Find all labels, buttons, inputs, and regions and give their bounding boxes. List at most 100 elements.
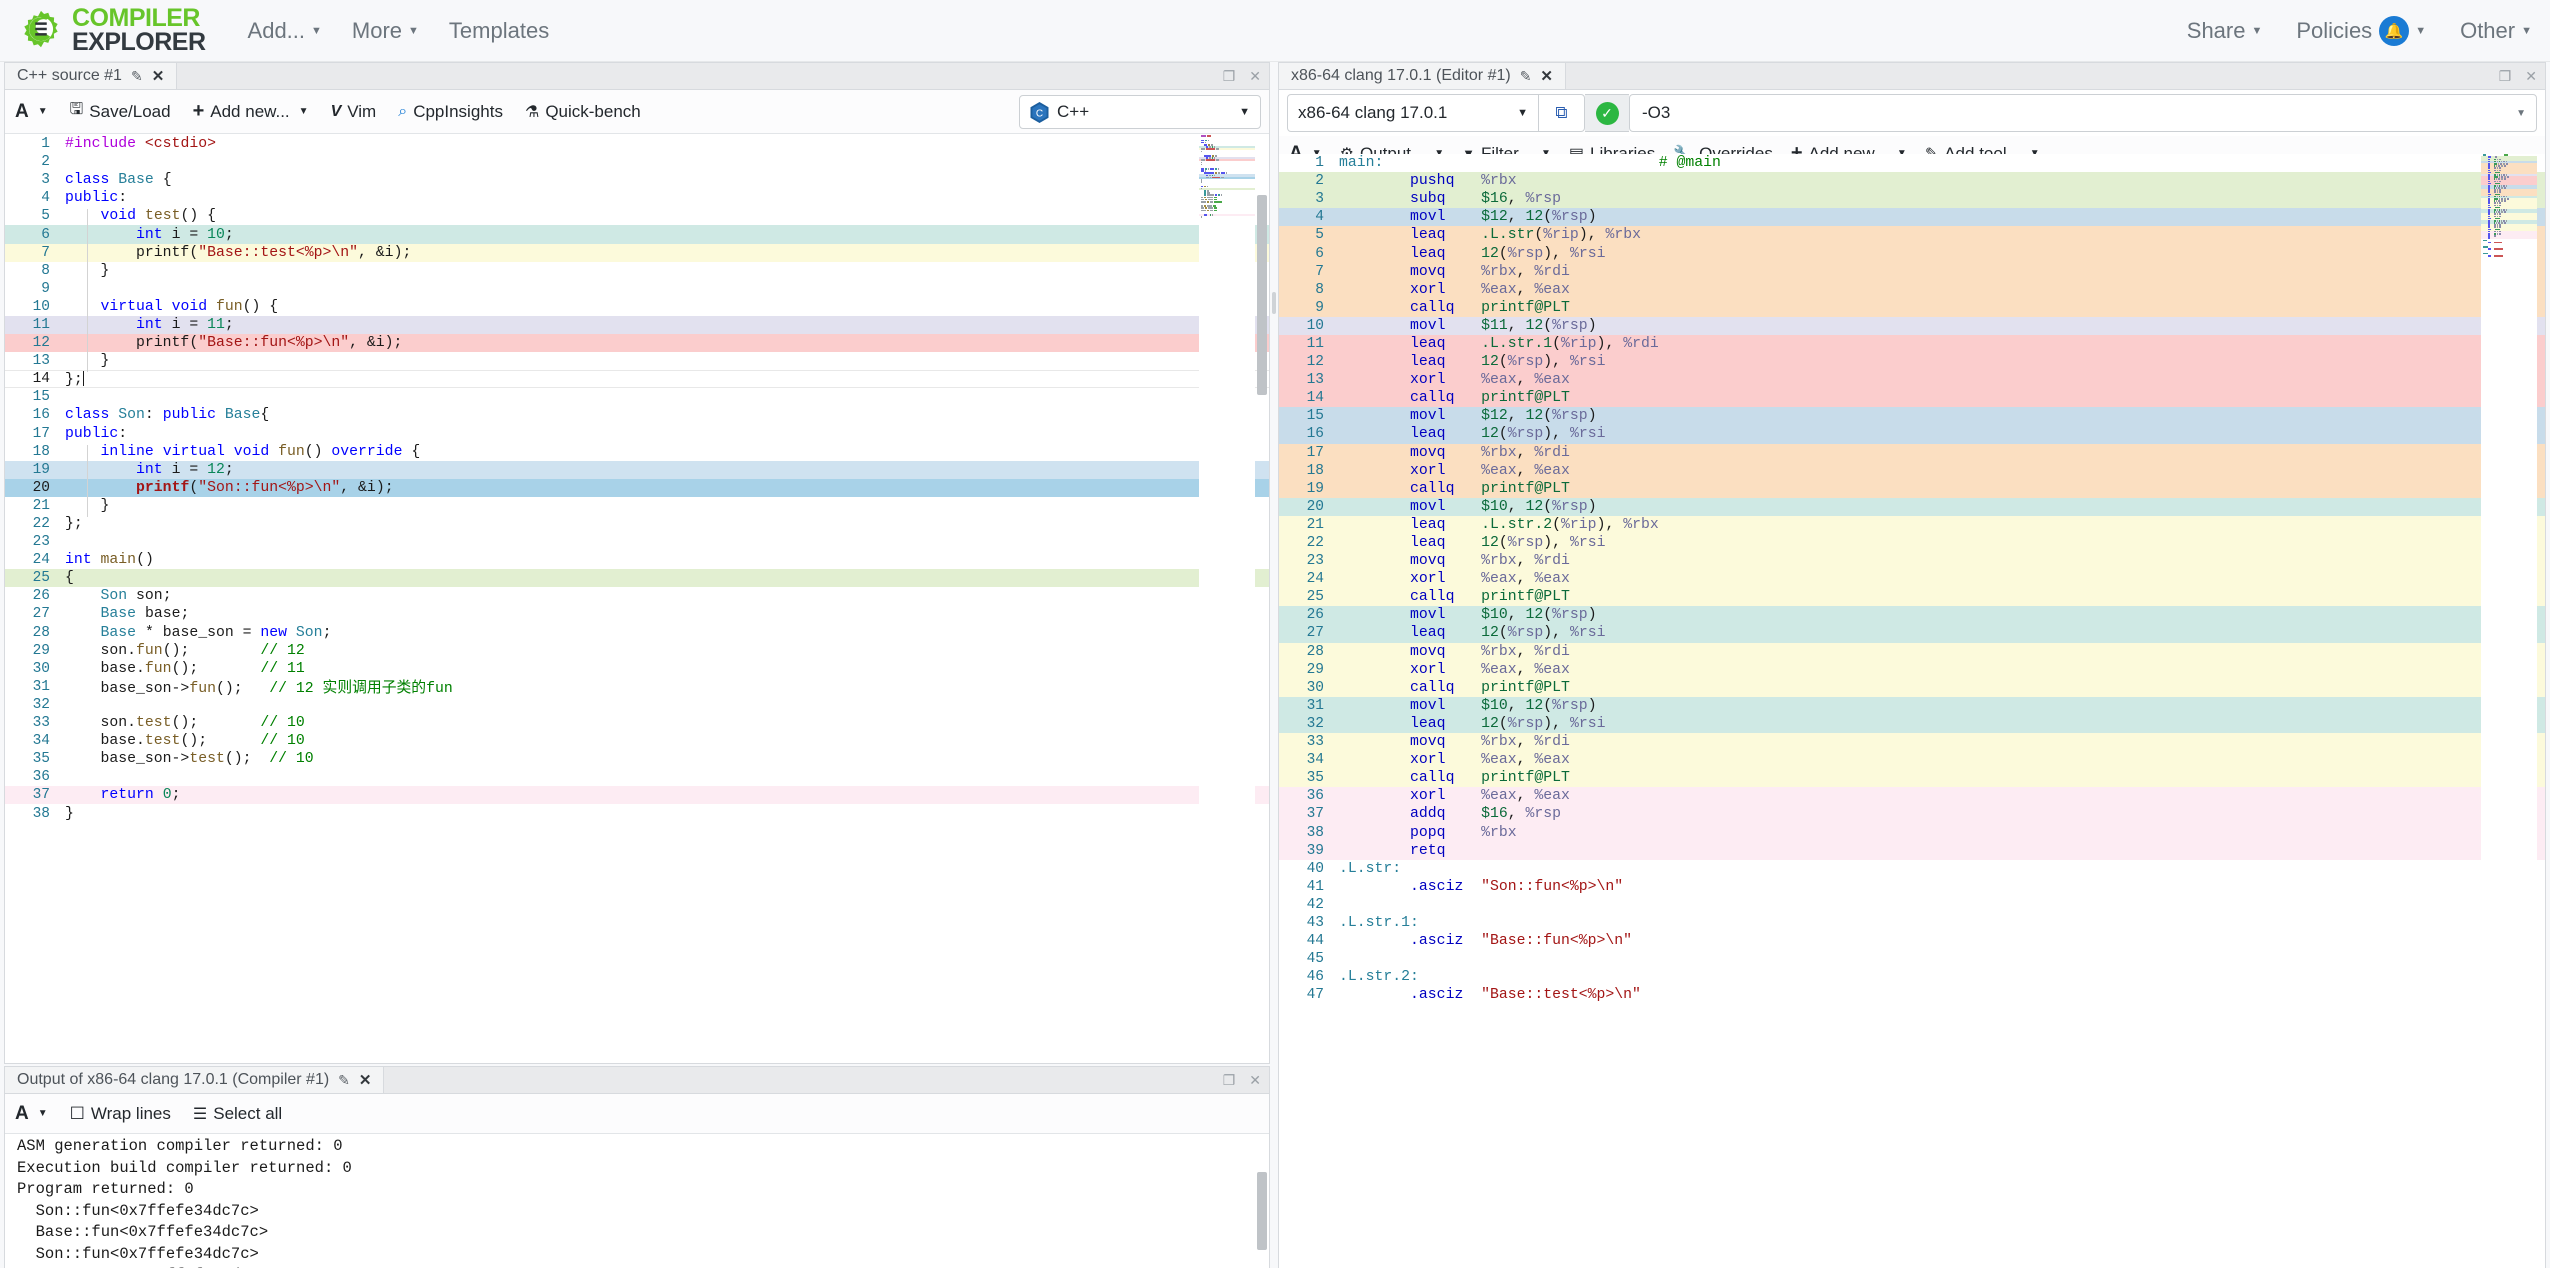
- assembly-line[interactable]: 3 subq $16, %rsp: [1279, 190, 2545, 209]
- wrap-lines-checkbox[interactable]: ☐ Wrap lines: [70, 1104, 171, 1124]
- nav-item-policies[interactable]: Policies 🔔 ▼: [2296, 15, 2426, 46]
- source-line[interactable]: 24 int main(): [5, 551, 1269, 569]
- source-line[interactable]: 35 base_son->test(); // 10: [5, 750, 1269, 768]
- maximize-icon[interactable]: ❐: [1223, 68, 1236, 85]
- source-line[interactable]: 34 base.test(); // 10: [5, 732, 1269, 750]
- source-line[interactable]: 4 public:: [5, 189, 1269, 207]
- close-icon[interactable]: ✕: [152, 67, 165, 85]
- assembly-line[interactable]: 23 movq %rbx, %rdi: [1279, 552, 2545, 571]
- assembly-line[interactable]: 39 retq: [1279, 841, 2545, 860]
- nav-item-more[interactable]: More ▼: [352, 18, 419, 44]
- assembly-line[interactable]: 46 .L.str.2:: [1279, 968, 2545, 986]
- nav-item-other[interactable]: Other ▼: [2460, 18, 2532, 44]
- assembly-line[interactable]: 42: [1279, 896, 2545, 914]
- assembly-line[interactable]: 31 movl $10, 12(%rsp): [1279, 696, 2545, 715]
- assembly-line[interactable]: 38 popq %rbx: [1279, 823, 2545, 842]
- assembly-line[interactable]: 14 callq printf@PLT: [1279, 389, 2545, 408]
- nav-item-templates[interactable]: Templates: [449, 18, 549, 44]
- source-line[interactable]: 27 Base base;: [5, 605, 1269, 623]
- assembly-code-area[interactable]: 1 main: # @main 2 pushq %rbx 3 subq $16, %r…: [1279, 154, 2545, 1268]
- assembly-line[interactable]: 36 xorl %eax, %eax: [1279, 787, 2545, 806]
- close-icon[interactable]: ✕: [1249, 68, 1261, 85]
- assembly-line[interactable]: 17 movq %rbx, %rdi: [1279, 443, 2545, 462]
- output-tab[interactable]: Output of x86-64 clang 17.0.1 (Compiler …: [5, 1067, 385, 1093]
- source-line[interactable]: 15: [5, 388, 1269, 406]
- assembly-line[interactable]: 21 leaq .L.str.2(%rip), %rbx: [1279, 515, 2545, 534]
- maximize-icon[interactable]: ❐: [2499, 68, 2512, 85]
- cppinsights-button[interactable]: ⌕ CppInsights: [398, 102, 503, 122]
- source-line[interactable]: 33 son.test(); // 10: [5, 714, 1269, 732]
- source-line[interactable]: 14};: [5, 370, 1269, 389]
- assembly-line[interactable]: 15 movl $12, 12(%rsp): [1279, 407, 2545, 426]
- pencil-icon[interactable]: ✎: [1520, 68, 1532, 85]
- quick-bench-button[interactable]: ⚗ Quick-bench: [525, 102, 641, 122]
- source-line[interactable]: 28 Base * base_son = new Son;: [5, 624, 1269, 642]
- source-line[interactable]: 32: [5, 696, 1269, 714]
- assembly-vertical-scrollbar[interactable]: [2531, 154, 2545, 1268]
- assembly-line[interactable]: 19 callq printf@PLT: [1279, 479, 2545, 498]
- source-line[interactable]: 36: [5, 768, 1269, 786]
- source-line[interactable]: 10 virtual void fun() {: [5, 298, 1269, 316]
- assembly-line[interactable]: 45: [1279, 950, 2545, 968]
- output-text-area[interactable]: ASM generation compiler returned: 0 Execu…: [5, 1136, 1255, 1268]
- assembly-line[interactable]: 35 callq printf@PLT: [1279, 769, 2545, 788]
- assembly-line[interactable]: 33 movq %rbx, %rdi: [1279, 733, 2545, 752]
- assembly-line[interactable]: 5 leaq .L.str(%rip), %rbx: [1279, 226, 2545, 245]
- assembly-line[interactable]: 44 .asciz "Base::fun<%p>\n": [1279, 932, 2545, 950]
- app-logo[interactable]: COMPILER EXPLORER: [18, 5, 206, 55]
- source-line[interactable]: 23: [5, 533, 1269, 551]
- assembly-line[interactable]: 41 .asciz "Son::fun<%p>\n": [1279, 878, 2545, 896]
- close-icon[interactable]: ✕: [359, 1071, 372, 1089]
- source-line[interactable]: 9: [5, 280, 1269, 298]
- assembly-line[interactable]: 22 leaq 12(%rsp), %rsi: [1279, 533, 2545, 553]
- source-line[interactable]: 12 printf("Base::fun<%p>\n", &i);: [5, 334, 1269, 353]
- output-font-size-button[interactable]: A ▼: [15, 1103, 48, 1125]
- assembly-line[interactable]: 40 .L.str:: [1279, 860, 2545, 878]
- scrollbar-thumb[interactable]: [2533, 156, 2543, 1156]
- assembly-line[interactable]: 13 xorl %eax, %eax: [1279, 371, 2545, 390]
- assembly-line[interactable]: 34 xorl %eax, %eax: [1279, 751, 2545, 770]
- source-line[interactable]: 13 }: [5, 352, 1269, 370]
- maximize-icon[interactable]: ❐: [1223, 1072, 1236, 1089]
- assembly-line[interactable]: 30 callq printf@PLT: [1279, 678, 2545, 697]
- close-icon[interactable]: ✕: [2525, 68, 2537, 85]
- assembly-line[interactable]: 37 addq $16, %rsp: [1279, 805, 2545, 824]
- source-line[interactable]: 22};: [5, 515, 1269, 533]
- scrollbar-thumb[interactable]: [1257, 1172, 1267, 1250]
- pencil-icon[interactable]: ✎: [131, 68, 143, 85]
- source-line[interactable]: 7 printf("Base::test<%p>\n", &i);: [5, 243, 1269, 262]
- pane-splitter[interactable]: [1270, 62, 1278, 1268]
- assembly-line[interactable]: 1 main: # @main: [1279, 154, 2545, 172]
- assembly-line[interactable]: 27 leaq 12(%rsp), %rsi: [1279, 624, 2545, 643]
- source-line[interactable]: 17 public:: [5, 425, 1269, 443]
- source-line[interactable]: 5 void test() {: [5, 207, 1269, 225]
- source-line[interactable]: 18 inline virtual void fun() override {: [5, 443, 1269, 461]
- assembly-line[interactable]: 25 callq printf@PLT: [1279, 588, 2545, 607]
- font-size-button[interactable]: A ▼: [15, 101, 48, 123]
- source-line[interactable]: 26 Son son;: [5, 587, 1269, 605]
- assembly-line[interactable]: 47 .asciz "Base::test<%p>\n": [1279, 986, 2545, 1004]
- chevron-down-icon[interactable]: ▼: [2516, 108, 2526, 119]
- assembly-line[interactable]: 26 movl $10, 12(%rsp): [1279, 606, 2545, 625]
- source-line[interactable]: 25 {: [5, 569, 1269, 588]
- source-line[interactable]: 2: [5, 153, 1269, 171]
- source-line[interactable]: 19 int i = 12;: [5, 460, 1269, 479]
- source-line[interactable]: 11 int i = 11;: [5, 315, 1269, 335]
- source-vertical-scrollbar[interactable]: [1255, 135, 1269, 1063]
- nav-item-add[interactable]: Add... ▼: [248, 18, 322, 44]
- assembly-line[interactable]: 11 leaq .L.str.1(%rip), %rdi: [1279, 334, 2545, 354]
- compiler-options-input[interactable]: -O3 ▼: [1629, 94, 2537, 132]
- assembly-line[interactable]: 29 xorl %eax, %eax: [1279, 660, 2545, 679]
- source-line[interactable]: 20 printf("Son::fun<%p>\n", &i);: [5, 478, 1269, 497]
- assembly-line[interactable]: 28 movq %rbx, %rdi: [1279, 642, 2545, 661]
- source-line[interactable]: 6 int i = 10;: [5, 225, 1269, 244]
- assembly-line[interactable]: 24 xorl %eax, %eax: [1279, 570, 2545, 589]
- select-all-button[interactable]: ☰ Select all: [193, 1104, 282, 1124]
- language-select[interactable]: C C++ ▼: [1019, 95, 1261, 129]
- nav-item-share[interactable]: Share ▼: [2187, 18, 2263, 44]
- source-line[interactable]: 38}: [5, 804, 1269, 822]
- splitter-handle[interactable]: [1272, 292, 1276, 314]
- compiler-select[interactable]: x86-64 clang 17.0.1 ▼: [1287, 94, 1539, 132]
- source-line[interactable]: 3 class Base {: [5, 171, 1269, 189]
- pencil-icon[interactable]: ✎: [338, 1072, 350, 1089]
